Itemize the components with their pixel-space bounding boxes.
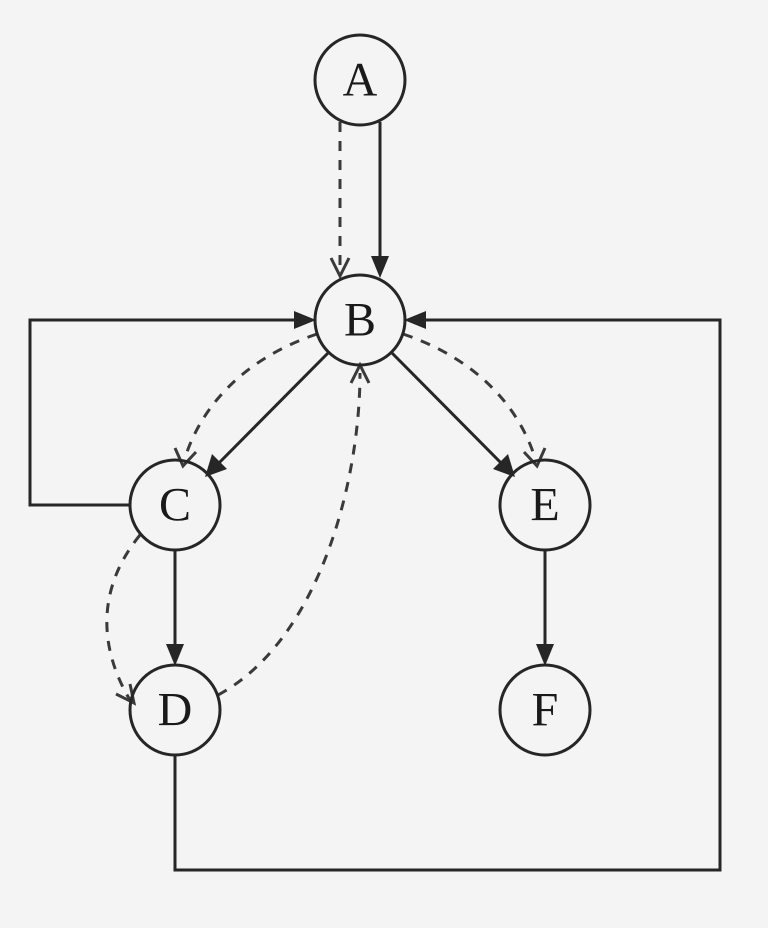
edge-C-D-dashed — [107, 535, 140, 703]
node-A-label: A — [343, 54, 378, 107]
edge-E-F-solid — [536, 550, 554, 666]
node-F-label: F — [532, 684, 559, 737]
node-B-label: B — [344, 294, 376, 347]
node-D: D — [130, 665, 220, 755]
edge-B-C-dashed — [175, 334, 317, 466]
node-A: A — [315, 35, 405, 125]
node-E: E — [500, 460, 590, 550]
edge-A-B-solid — [371, 122, 389, 278]
node-D-label: D — [158, 684, 193, 737]
edge-A-B-dashed — [331, 122, 349, 276]
edge-B-C-solid — [205, 352, 329, 477]
edge-C-D-solid — [166, 550, 184, 666]
edge-D-B-ortho — [175, 311, 720, 870]
node-B: B — [315, 275, 405, 365]
edge-D-B-dashed — [218, 365, 369, 695]
edge-B-E-solid — [391, 352, 515, 477]
node-F: F — [500, 665, 590, 755]
node-C: C — [130, 460, 220, 550]
node-E-label: E — [530, 479, 559, 532]
edge-B-E-dashed — [403, 334, 545, 466]
graph-diagram: A B C D E F — [0, 0, 768, 928]
node-C-label: C — [159, 479, 191, 532]
